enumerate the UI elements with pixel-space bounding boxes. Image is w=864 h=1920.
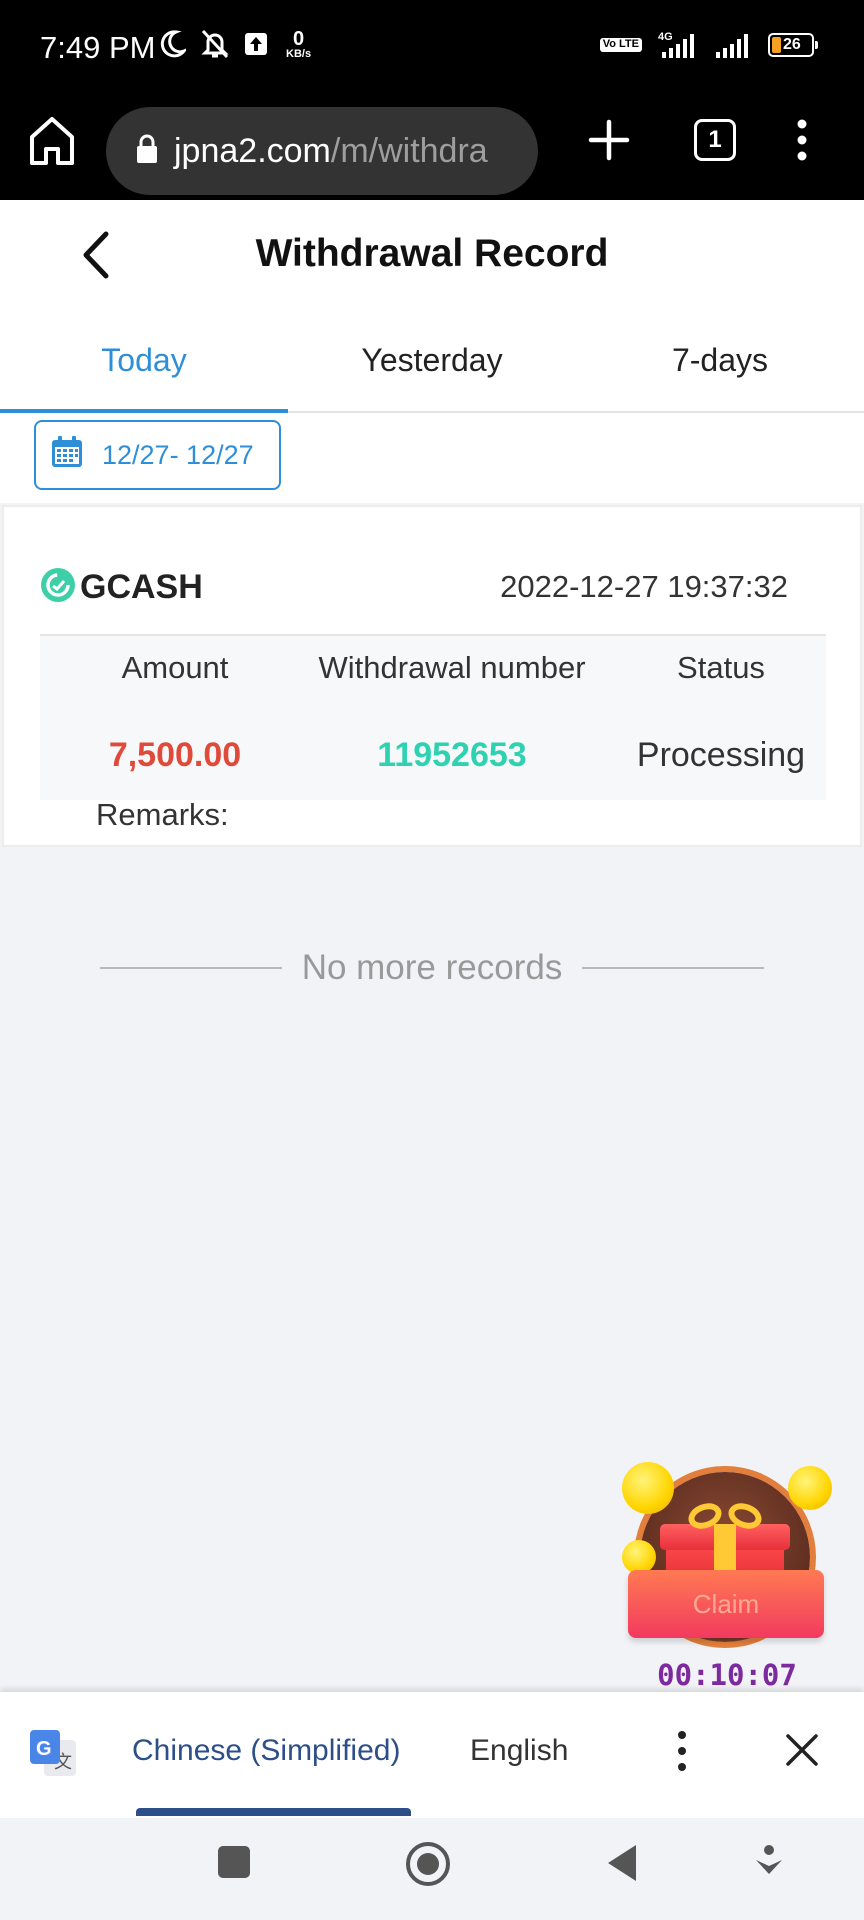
tab-yesterday[interactable]: Yesterday xyxy=(288,310,576,411)
amount-value: 7,500.00 xyxy=(108,736,242,774)
coin-icon xyxy=(622,1540,656,1574)
svg-text:G: G xyxy=(36,1738,52,1760)
network-speed-unit: KB/s xyxy=(286,47,312,60)
divider-line-left xyxy=(100,967,282,969)
claim-button[interactable]: Claim xyxy=(628,1570,824,1638)
home-circle-icon[interactable] xyxy=(404,1840,452,1893)
claim-gift-widget[interactable]: Claim 00:10:07 xyxy=(622,1462,832,1702)
translate-bar: 文 G Chinese (Simplified) English xyxy=(0,1692,864,1818)
date-range-picker[interactable]: 12/27- 12/27 xyxy=(34,420,281,490)
page-header: Withdrawal Record xyxy=(0,200,864,310)
record-datetime: 2022-12-27 19:37:32 xyxy=(500,569,788,604)
withdrawal-record-card: GCASH 2022-12-27 19:37:32 Amount 7,500.0… xyxy=(2,505,862,847)
browser-toolbar: jpna2.com/m/withdra 1 xyxy=(0,95,864,200)
coin-icon xyxy=(622,1462,674,1514)
battery-fill xyxy=(772,37,781,53)
no-more-records-text: No more records xyxy=(301,948,563,987)
amount-label: Amount xyxy=(121,650,229,685)
notification-pull-down-icon[interactable] xyxy=(754,1844,784,1885)
source-language-chinese[interactable]: Chinese (Simplified) xyxy=(132,1734,400,1768)
do-not-disturb-moon-icon xyxy=(158,29,186,59)
network-speed: 0 KB/s xyxy=(286,29,311,60)
status-value: Processing xyxy=(636,736,806,774)
lock-icon xyxy=(136,134,158,169)
network-speed-value: 0 xyxy=(292,27,305,50)
date-filter-row: 12/27- 12/27 xyxy=(0,413,864,503)
url-text: jpna2.com/m/withdra xyxy=(174,132,488,171)
tab-today[interactable]: Today xyxy=(0,310,288,413)
record-method: GCASH xyxy=(40,567,203,608)
withdrawal-number-value: 11952653 xyxy=(377,736,527,774)
date-range-text: 12/27- 12/27 xyxy=(102,439,254,470)
back-triangle-icon[interactable] xyxy=(604,1842,640,1889)
claim-countdown-timer: 00:10:07 xyxy=(657,1658,797,1692)
withdrawal-number-column: Withdrawal number 11952653 xyxy=(292,636,612,775)
status-bar: 7:49 PM 0 KB/s Vo LTE 4G 26 xyxy=(0,0,864,95)
gcash-logo-icon xyxy=(40,567,76,608)
divider-line-right xyxy=(582,967,765,969)
tab-7-days[interactable]: 7-days xyxy=(576,310,864,411)
active-language-indicator xyxy=(136,1808,411,1816)
google-translate-icon: 文 G xyxy=(28,1728,78,1778)
status-label: Status xyxy=(677,650,765,685)
no-more-records: No more records xyxy=(100,948,765,988)
close-translate-icon[interactable] xyxy=(782,1728,822,1777)
status-column: Status Processing xyxy=(612,636,830,775)
page-title: Withdrawal Record xyxy=(255,232,609,275)
new-tab-plus-icon[interactable] xyxy=(584,115,634,170)
browser-menu-icon[interactable] xyxy=(790,115,814,170)
record-method-name: GCASH xyxy=(80,568,203,606)
bell-off-icon xyxy=(200,28,230,60)
translate-more-options-icon[interactable] xyxy=(672,1726,692,1781)
calendar-icon xyxy=(50,435,84,476)
status-right-icons: Vo LTE 4G 26 xyxy=(599,30,818,60)
withdrawal-number-label: Withdrawal number xyxy=(318,650,586,685)
battery-icon: 26 xyxy=(768,33,818,57)
home-icon[interactable] xyxy=(28,113,76,169)
signal-bars-icon xyxy=(714,30,756,60)
date-tabs: Today Yesterday 7-days xyxy=(0,310,864,413)
coin-icon xyxy=(788,1466,832,1510)
url-path: /m/withdra xyxy=(330,131,488,170)
record-details: Amount 7,500.00 Withdrawal number 119526… xyxy=(40,636,826,800)
url-bar[interactable]: jpna2.com/m/withdra xyxy=(106,107,538,195)
target-language-english[interactable]: English xyxy=(470,1734,568,1768)
status-time: 7:49 PM xyxy=(40,30,156,65)
signal-4g-icon: 4G xyxy=(654,30,702,60)
amount-column: Amount 7,500.00 xyxy=(40,636,310,775)
tab-switcher-button[interactable]: 1 xyxy=(694,119,736,161)
status-left-icons: 0 KB/s xyxy=(158,28,311,60)
svg-text:4G: 4G xyxy=(658,31,673,43)
recents-square-icon[interactable] xyxy=(216,1844,252,1885)
url-host: jpna2.com xyxy=(174,131,331,170)
volte-badge: Vo LTE xyxy=(599,38,642,52)
system-nav-bar xyxy=(0,1818,864,1920)
upload-arrow-icon xyxy=(244,32,268,56)
battery-level: 26 xyxy=(783,36,801,53)
remarks-label: Remarks: xyxy=(96,797,229,832)
